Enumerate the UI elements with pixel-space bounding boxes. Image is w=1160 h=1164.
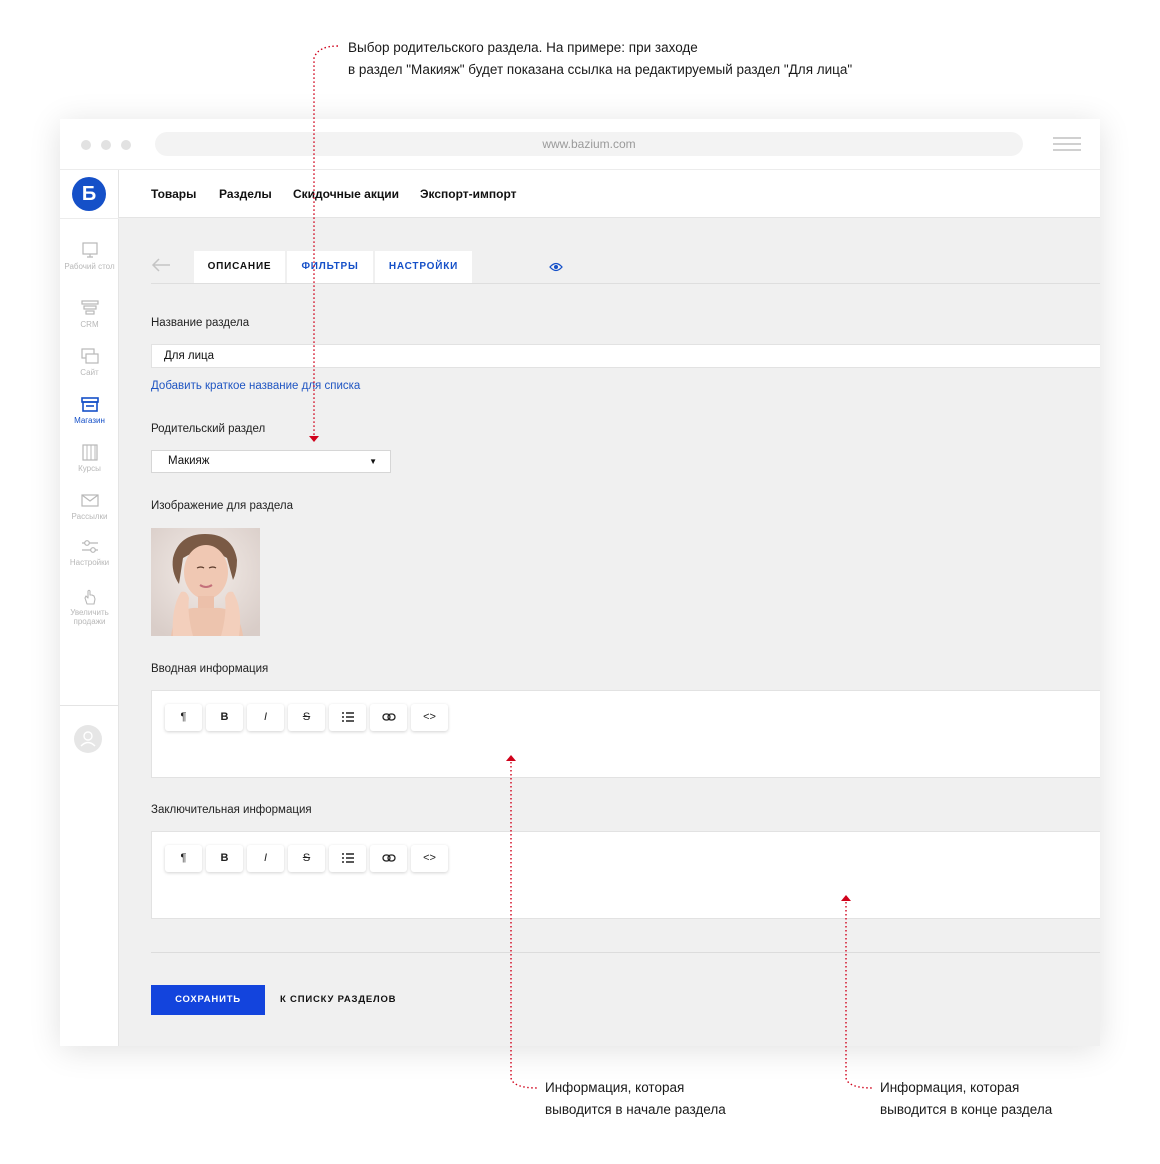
topnav-item-export-import[interactable]: Экспорт-импорт [420, 170, 517, 218]
italic-button[interactable]: I [247, 845, 284, 872]
topnav-item-products[interactable]: Товары [151, 170, 196, 218]
sidebar-item-mailing[interactable]: Рассылки [60, 492, 119, 521]
link-icon [381, 713, 396, 721]
sidebar-item-label: Рабочий стол [64, 262, 115, 271]
books-icon [81, 444, 98, 461]
add-short-name-link[interactable]: Добавить краткое название для списка [151, 380, 360, 392]
window-dot [121, 140, 131, 150]
sidebar-item-label: Курсы [78, 464, 101, 473]
outro-annotation-line2: выводится в конце раздела [880, 1102, 1053, 1117]
section-image-thumbnail[interactable] [151, 528, 260, 636]
section-name-input[interactable]: Для лица [151, 344, 1100, 368]
eye-icon[interactable] [549, 261, 563, 273]
italic-label: I [263, 711, 268, 723]
sidebar-item-label: Увеличить продажи [70, 608, 109, 626]
bold-button[interactable]: B [206, 704, 243, 731]
back-arrow-icon[interactable] [151, 258, 171, 272]
windows-icon [80, 348, 99, 364]
paragraph-button[interactable]: ¶ [165, 845, 202, 872]
link-icon [381, 854, 396, 862]
hamburger-menu-icon[interactable] [1053, 137, 1081, 151]
list-button[interactable] [329, 704, 366, 731]
outro-annotation-line1: Информация, которая [880, 1080, 1020, 1095]
window-dot [81, 140, 91, 150]
sidebar-item-courses[interactable]: Курсы [60, 444, 119, 473]
main-content: ОПИСАНИЕ ФИЛЬТРЫ НАСТРОЙКИ Название разд… [119, 218, 1100, 1046]
link-button[interactable] [370, 704, 407, 731]
section-image-label: Изображение для раздела [151, 500, 293, 512]
browser-window: www.bazium.com Б Рабочий стол CRM Сайт М… [60, 119, 1100, 1046]
sidebar-item-label: Рассылки [71, 512, 108, 521]
parent-section-value: Макияж [168, 455, 210, 467]
store-icon [80, 397, 99, 412]
italic-label: I [263, 852, 268, 864]
parent-annotation-line2: в раздел "Макияж" будет показана ссылка … [348, 62, 853, 77]
save-button[interactable]: СОХРАНИТЬ [151, 985, 265, 1015]
sidebar: Б Рабочий стол CRM Сайт Магазин Курсы Ра… [60, 170, 119, 1046]
sidebar-item-label: Магазин [74, 416, 105, 425]
sidebar-item-label: Настройки [69, 558, 110, 567]
strikethrough-button[interactable]: S [288, 704, 325, 731]
parent-annotation: Выбор родительского раздела. На примере:… [348, 37, 852, 81]
sidebar-item-site[interactable]: Сайт [60, 348, 119, 377]
browser-chrome: www.bazium.com [60, 119, 1100, 170]
sidebar-item-label: Сайт [80, 368, 99, 377]
tab-description[interactable]: ОПИСАНИЕ [194, 251, 285, 283]
back-to-sections-link[interactable]: К СПИСКУ РАЗДЕЛОВ [280, 985, 396, 1015]
paragraph-button[interactable]: ¶ [165, 704, 202, 731]
window-dot [101, 140, 111, 150]
intro-info-label: Вводная информация [151, 663, 269, 675]
tabs-divider [151, 283, 1100, 284]
top-navigation: Товары Разделы Скидочные акции Экспорт-и… [119, 170, 1100, 218]
tab-settings[interactable]: НАСТРОЙКИ [375, 251, 472, 283]
sidebar-item-store[interactable]: Магазин [60, 396, 119, 425]
logo[interactable]: Б [72, 177, 106, 211]
parent-section-select[interactable]: Макияж ▼ [151, 450, 391, 473]
sidebar-item-dashboard[interactable]: Рабочий стол [60, 242, 119, 271]
sidebar-item-crm[interactable]: CRM [60, 300, 119, 329]
envelope-icon [80, 494, 99, 507]
divider [60, 705, 119, 706]
divider [151, 952, 1100, 953]
italic-button[interactable]: I [247, 704, 284, 731]
list-button[interactable] [329, 845, 366, 872]
divider [60, 218, 119, 219]
sidebar-item-label: CRM [80, 320, 99, 329]
outro-annotation: Информация, которая выводится в конце ра… [880, 1077, 1052, 1121]
code-button[interactable]: <> [411, 704, 448, 731]
sidebar-item-increase-sales[interactable]: Увеличить продажи [60, 588, 119, 626]
woman-face-photo [151, 528, 260, 636]
tab-filters[interactable]: ФИЛЬТРЫ [287, 251, 373, 283]
topnav-item-discounts[interactable]: Скидочные акции [293, 170, 399, 218]
funnel-icon [80, 300, 99, 315]
topnav-item-sections[interactable]: Разделы [219, 170, 272, 218]
user-icon [80, 731, 96, 747]
strikethrough-button[interactable]: S [288, 845, 325, 872]
sliders-icon [81, 540, 98, 553]
parent-section-label: Родительский раздел [151, 423, 266, 435]
sidebar-item-settings[interactable]: Настройки [60, 538, 119, 567]
section-name-label: Название раздела [151, 317, 250, 329]
intro-annotation: Информация, которая выводится в начале р… [545, 1077, 726, 1121]
parent-annotation-line1: Выбор родительского раздела. На примере:… [348, 40, 698, 55]
outro-info-editor[interactable]: ¶ B I S <> [151, 831, 1100, 919]
bold-button[interactable]: B [206, 845, 243, 872]
outro-info-label: Заключительная информация [151, 804, 312, 816]
address-bar[interactable]: www.bazium.com [155, 132, 1023, 156]
monitor-icon [81, 242, 98, 258]
code-button[interactable]: <> [411, 845, 448, 872]
avatar[interactable] [74, 725, 102, 753]
intro-annotation-line1: Информация, которая [545, 1080, 685, 1095]
link-button[interactable] [370, 845, 407, 872]
bullet-list-icon [341, 853, 354, 863]
intro-info-editor[interactable]: ¶ B I S <> [151, 690, 1100, 778]
caret-down-icon: ▼ [369, 457, 377, 466]
bullet-list-icon [341, 712, 354, 722]
hand-icon [83, 589, 96, 605]
intro-annotation-line2: выводится в начале раздела [545, 1102, 726, 1117]
